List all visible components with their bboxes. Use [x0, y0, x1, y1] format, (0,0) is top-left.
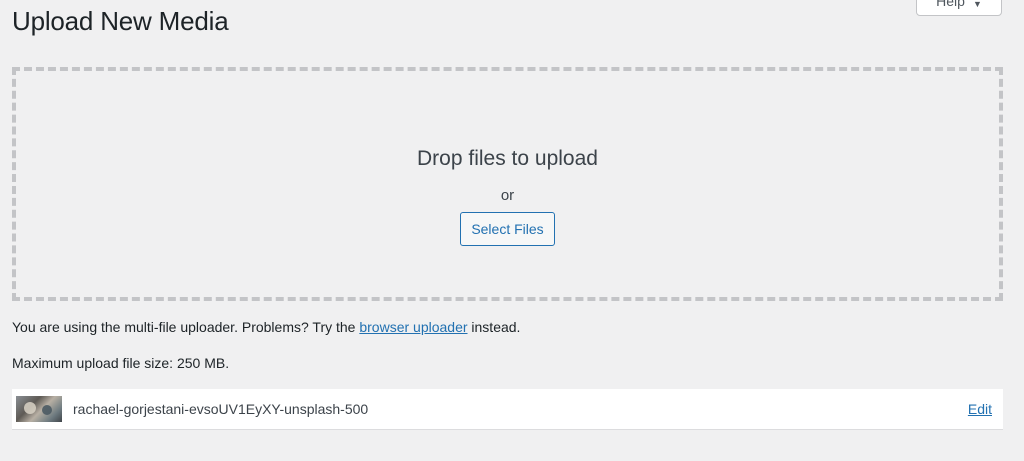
drop-zone-heading: Drop files to upload	[417, 147, 598, 170]
help-tab-button[interactable]: Help ▼	[916, 0, 1002, 16]
drop-zone-or-text: or	[500, 187, 515, 204]
uploader-info: You are using the multi-file uploader. P…	[12, 319, 520, 335]
uploader-info-suffix: instead.	[471, 319, 521, 335]
page-title: Upload New Media	[12, 6, 229, 36]
select-files-button[interactable]: Select Files	[460, 212, 555, 246]
drop-zone[interactable]: Drop files to upload or Select Files	[12, 67, 1003, 301]
media-item: rachael-gorjestani-evsoUV1EyXY-unsplash-…	[12, 389, 1003, 430]
edit-link[interactable]: Edit	[968, 401, 992, 417]
uploader-info-prefix: You are using the multi-file uploader. P…	[12, 319, 356, 335]
help-tab-label: Help	[936, 0, 965, 9]
browser-uploader-link[interactable]: browser uploader	[359, 319, 467, 335]
media-filename: rachael-gorjestani-evsoUV1EyXY-unsplash-…	[73, 401, 369, 417]
max-upload-size: Maximum upload file size: 250 MB.	[12, 355, 230, 371]
caret-down-icon: ▼	[972, 0, 982, 9]
media-thumbnail	[16, 396, 62, 422]
